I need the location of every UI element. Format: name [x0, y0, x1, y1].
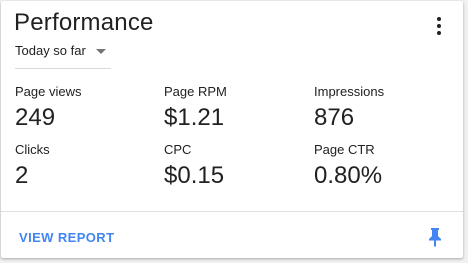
- metric-cpc: CPC $0.15: [164, 142, 224, 190]
- metric-label: Clicks: [15, 142, 50, 157]
- more-vert-icon-dot: [437, 31, 441, 35]
- dropdown-caret-icon: [95, 49, 106, 54]
- metric-value: 0.80%: [314, 162, 383, 189]
- pin-icon: [429, 228, 441, 247]
- metric-page-rpm: Page RPM $1.21: [164, 84, 227, 132]
- metric-clicks: Clicks 2: [15, 142, 50, 190]
- metric-label: Page views: [15, 84, 82, 99]
- metric-value: $0.15: [164, 162, 225, 189]
- more-vert-icon-dot: [437, 24, 441, 28]
- metric-label: Page RPM: [164, 84, 227, 99]
- footer-divider: [1, 211, 463, 212]
- metric-value: $1.21: [164, 104, 225, 131]
- date-range-label: Today so far: [15, 43, 86, 58]
- metric-label: Impressions: [314, 84, 385, 99]
- metric-value: 876: [314, 104, 355, 131]
- metric-page-ctr: Page CTR 0.80%: [314, 142, 382, 190]
- metric-label: CPC: [164, 142, 192, 157]
- card-title: Performance: [14, 9, 154, 36]
- pin-button[interactable]: [427, 227, 443, 247]
- metric-value: 2: [15, 162, 29, 189]
- performance-card: Performance Today so far Page views 249 …: [1, 1, 463, 258]
- metric-impressions: Impressions 876: [314, 84, 384, 132]
- metric-page-views: Page views 249: [15, 84, 81, 132]
- metric-value: 249: [15, 104, 56, 131]
- more-vert-icon-dot: [437, 17, 441, 21]
- more-options-button[interactable]: [433, 15, 445, 37]
- date-range-dropdown[interactable]: Today so far: [15, 43, 111, 69]
- view-report-link[interactable]: VIEW REPORT: [19, 230, 114, 245]
- metric-label: Page CTR: [314, 142, 375, 157]
